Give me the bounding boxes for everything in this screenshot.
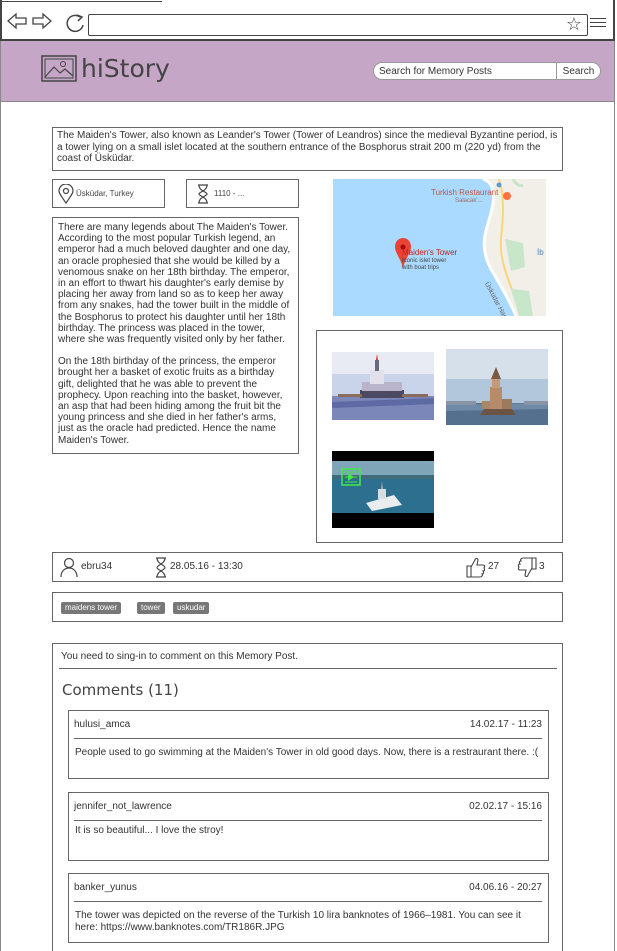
gallery-photo-2[interactable] — [446, 349, 548, 425]
period-field: 1110 - ... — [186, 179, 299, 208]
app-header: hiStory Search — [0, 41, 615, 102]
map-poi-sub: Salacak'... — [455, 198, 483, 204]
like-count: 27 — [488, 561, 500, 572]
divider — [59, 668, 557, 669]
location-map[interactable]: Turkish Restaurant Salacak'... Maiden's … — [333, 179, 546, 316]
post-author[interactable]: ebru34 — [81, 561, 112, 572]
thumbs-up-icon[interactable] — [466, 557, 486, 578]
story-paragraph-2: On the 18th birthday of the princess, th… — [58, 356, 283, 446]
tag-chip[interactable]: uskudar — [173, 602, 210, 614]
signin-notice[interactable]: You need to sing-in to comment on this M… — [61, 651, 298, 662]
search-input[interactable] — [373, 62, 557, 80]
post-date: 28.05.16 - 13:30 — [170, 561, 243, 572]
hourglass-icon — [156, 557, 166, 578]
search-button[interactable]: Search — [556, 62, 601, 80]
tag-chip[interactable]: tower — [137, 602, 165, 614]
comment-text: People used to go swimming at the Maiden… — [75, 747, 539, 758]
story-text: There are many legends about The Maiden'… — [52, 217, 299, 454]
hamburger-menu-icon[interactable] — [590, 18, 606, 28]
comment-text: The tower was depicted on the reverse of… — [75, 910, 521, 933]
thumbs-down-icon[interactable] — [517, 557, 537, 578]
star-icon[interactable]: ☆ — [566, 15, 582, 35]
photo-gallery — [316, 330, 563, 543]
dislike-count: 3 — [539, 561, 545, 572]
map-marker-sub2: with boat trips — [402, 265, 440, 271]
location-field: Üsküdar, Turkey — [52, 179, 165, 208]
browser-tab-stub — [2, 0, 162, 2]
app-brand[interactable]: hiStory — [81, 54, 170, 83]
image-logo-icon[interactable] — [41, 55, 77, 82]
location-pin-icon — [58, 184, 74, 204]
user-icon — [60, 557, 78, 578]
comment-time: 02.02.17 - 15:16 — [469, 801, 542, 812]
comment-card: banker_yunus 04.06.16 - 20:27 The tower … — [68, 873, 549, 943]
comment-card: jennifer_not_lawrence 02.02.17 - 15:16 I… — [68, 792, 549, 861]
comments-title: Comments (11) — [62, 681, 179, 699]
divider — [74, 738, 542, 739]
comment-time: 14.02.17 - 11:23 — [469, 719, 542, 730]
comments-section: You need to sing-in to comment on this M… — [52, 643, 563, 951]
browser-toolbar: ☆ — [0, 0, 615, 41]
gallery-photo-1[interactable] — [332, 352, 434, 420]
forward-arrow-icon[interactable] — [31, 11, 53, 31]
story-paragraph-1: There are many legends about The Maiden'… — [58, 222, 291, 346]
map-poi-label: Turkish Restaurant — [431, 188, 499, 197]
address-bar[interactable]: ☆ — [88, 14, 588, 36]
map-marker-sub1: Iconic islet tower — [402, 258, 447, 264]
gallery-video-thumbnail[interactable] — [332, 451, 434, 528]
comment-user[interactable]: jennifer_not_lawrence — [74, 801, 172, 812]
tag-chip[interactable]: maidens tower — [61, 602, 122, 614]
divider — [74, 901, 542, 902]
period-text: 1110 - ... — [214, 189, 245, 198]
tag-bar: maidens tower tower uskudar — [52, 592, 563, 622]
comment-user[interactable]: banker_yunus — [74, 882, 137, 893]
comment-user[interactable]: hulusi_amca — [74, 719, 130, 730]
map-marker-label: Maiden's Tower — [402, 248, 458, 257]
post-description: The Maiden's Tower, also known as Leande… — [52, 127, 563, 171]
comment-text: It is so beautiful... I love the stroy! — [75, 825, 224, 836]
back-arrow-icon[interactable] — [6, 11, 28, 31]
reload-icon[interactable] — [65, 13, 87, 33]
map-edge-label: İb — [537, 248, 544, 257]
hourglass-icon — [198, 184, 208, 204]
post-meta-bar: ebru34 28.05.16 - 13:30 27 3 — [52, 552, 563, 582]
divider — [74, 820, 542, 821]
comment-card: hulusi_amca 14.02.17 - 11:23 People used… — [68, 710, 549, 779]
location-text: Üsküdar, Turkey — [76, 189, 134, 198]
comment-time: 04.06.16 - 20:27 — [469, 882, 542, 893]
